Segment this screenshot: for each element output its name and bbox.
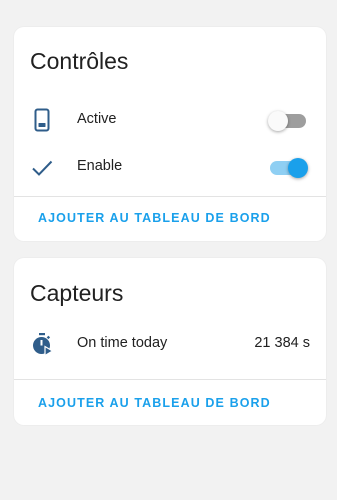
sensor-label-on-time-today: On time today: [77, 335, 168, 351]
sensors-card: Capteurs On time today 21 384 s AJOUTER …: [14, 258, 326, 425]
active-toggle-knob: [268, 111, 288, 131]
phone-icon: [30, 108, 54, 132]
sensor-value-on-time-today: 21 384 s: [254, 335, 310, 351]
sensor-row-on-time-today[interactable]: On time today 21 384 s: [14, 324, 326, 364]
sensors-card-title: Capteurs: [30, 280, 124, 306]
control-row-enable[interactable]: Enable: [14, 147, 326, 187]
enable-toggle[interactable]: [270, 157, 308, 178]
controls-add-to-dashboard-button[interactable]: AJOUTER AU TABLEAU DE BORD: [38, 211, 271, 225]
enable-toggle-knob: [288, 158, 308, 178]
check-icon: [30, 155, 54, 179]
controls-divider: [14, 196, 326, 197]
timer-play-icon: [30, 332, 54, 357]
controls-card: Contrôles Active Enable AJOUTER AU TABLE…: [14, 27, 326, 241]
control-label-active: Active: [77, 111, 117, 127]
control-row-active[interactable]: Active: [14, 100, 326, 140]
control-label-enable: Enable: [77, 158, 123, 174]
controls-card-title: Contrôles: [30, 48, 129, 74]
active-toggle[interactable]: [268, 110, 306, 131]
sensors-divider: [14, 379, 326, 380]
sensors-add-to-dashboard-button[interactable]: AJOUTER AU TABLEAU DE BORD: [38, 396, 271, 410]
